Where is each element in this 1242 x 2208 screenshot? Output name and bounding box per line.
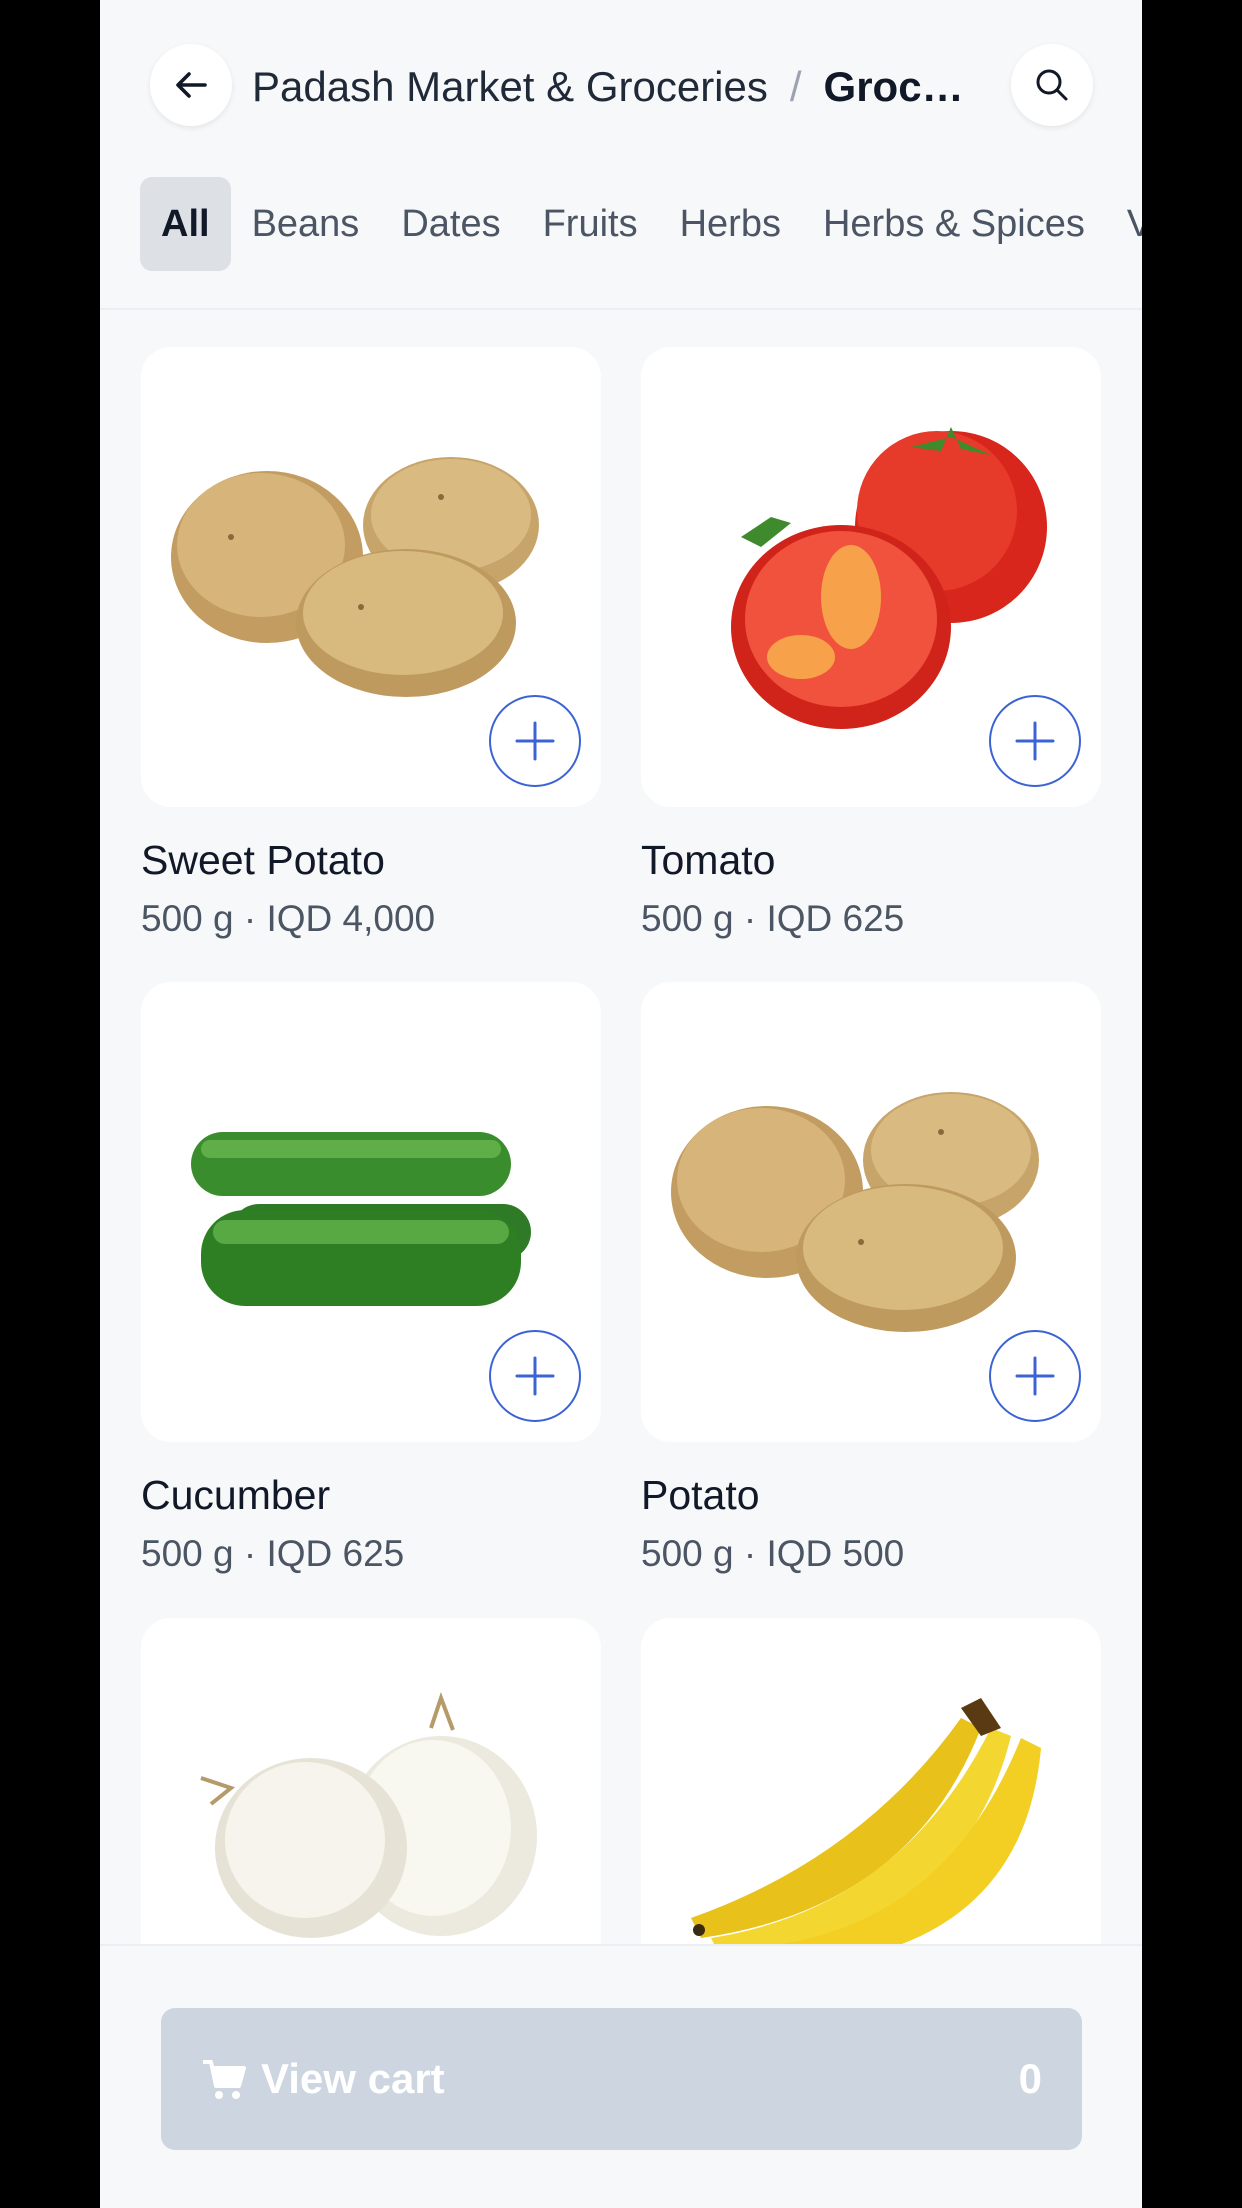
product-price: 500 g · IQD 500 (641, 1533, 905, 1574)
product-card-tomato[interactable]: Tomato 500 g · IQD 625 (641, 347, 1101, 940)
back-button[interactable] (150, 44, 232, 126)
category-tabs: All Beans Dates Fruits Herbs Herbs & Spi… (140, 176, 1142, 272)
tab-dates[interactable]: Dates (380, 177, 521, 271)
product-card-potato[interactable]: Potato 500 g · IQD 500 (641, 982, 1101, 1575)
product-name: Cucumber (141, 1472, 331, 1518)
app-screen: Padash Market & Groceries / Groce… All B… (100, 0, 1142, 2208)
tab-herbs-spices[interactable]: Herbs & Spices (802, 177, 1106, 271)
view-cart-button[interactable]: View cart 0 (161, 2008, 1082, 2150)
product-price: 500 g · IQD 625 (641, 898, 905, 939)
product-card-sweet-potato[interactable]: Sweet Potato 500 g · IQD 4,000 (141, 347, 601, 940)
cart-count: 0 (1018, 2055, 1042, 2102)
breadcrumb-category: Groce… (823, 63, 984, 110)
tab-herbs[interactable]: Herbs (659, 177, 802, 271)
tab-vegetables[interactable]: V (1106, 177, 1142, 271)
product-image-box[interactable] (641, 982, 1101, 1442)
plus-icon (515, 721, 555, 761)
product-price: 500 g · IQD 625 (141, 1533, 405, 1574)
breadcrumb-separator: / (789, 63, 802, 110)
tab-fruits[interactable]: Fruits (522, 177, 659, 271)
add-to-cart-button[interactable] (989, 695, 1081, 787)
plus-icon (515, 1356, 555, 1396)
product-name: Potato (641, 1472, 760, 1518)
product-image-box[interactable] (141, 347, 601, 807)
breadcrumb: Padash Market & Groceries / Groce… (252, 52, 1002, 122)
view-cart-label: View cart (261, 2055, 445, 2102)
add-to-cart-button[interactable] (489, 695, 581, 787)
bottom-bar: View cart 0 (100, 1944, 1142, 2208)
breadcrumb-store[interactable]: Padash Market & Groceries (252, 63, 768, 111)
product-image-box[interactable] (641, 347, 1101, 807)
plus-icon (1015, 721, 1055, 761)
product-name: Sweet Potato (141, 837, 385, 883)
product-price: 500 g · IQD 4,000 (141, 898, 436, 939)
product-image-box[interactable] (141, 982, 601, 1442)
product-card-cucumber[interactable]: Cucumber 500 g · IQD 625 (141, 982, 601, 1575)
search-icon (1036, 69, 1068, 101)
header: Padash Market & Groceries / Groce… All B… (100, 0, 1142, 310)
tab-beans[interactable]: Beans (231, 177, 381, 271)
arrow-left-icon (176, 72, 207, 98)
plus-icon (1015, 1356, 1055, 1396)
search-button[interactable] (1011, 44, 1093, 126)
tab-all[interactable]: All (140, 177, 231, 271)
add-to-cart-button[interactable] (489, 1330, 581, 1422)
product-name: Tomato (641, 837, 776, 883)
add-to-cart-button[interactable] (989, 1330, 1081, 1422)
cart-icon (203, 2060, 246, 2099)
